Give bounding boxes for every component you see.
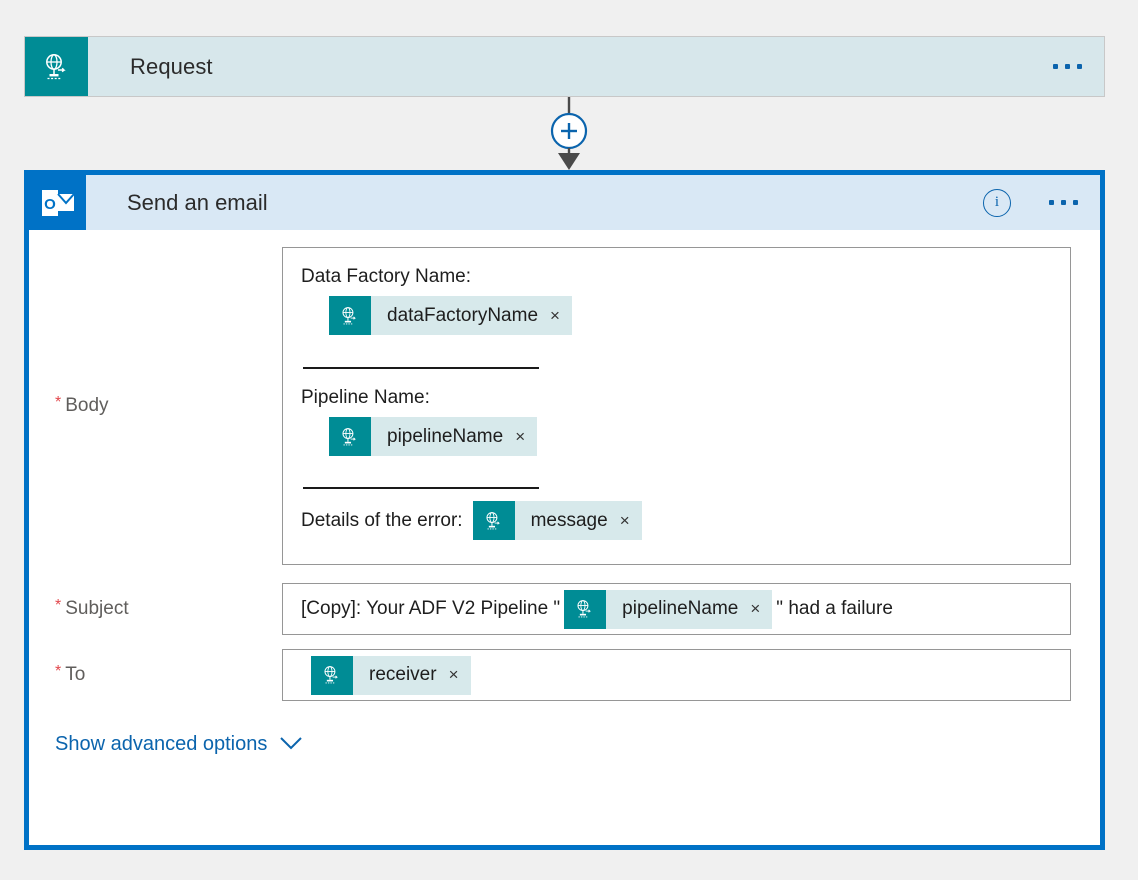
token-remove-icon[interactable]: × — [614, 501, 642, 540]
subject-input[interactable]: [Copy]: Your ADF V2 Pipeline " — [282, 583, 1071, 635]
action-header-actions: i — [983, 175, 1100, 230]
token-message[interactable]: message × — [473, 501, 642, 540]
token-globe-icon — [329, 296, 371, 335]
subject-suffix-text: " had a failure — [776, 598, 893, 620]
action-title: Send an email — [86, 175, 983, 230]
trigger-title: Request — [88, 37, 1053, 96]
action-card-send-an-email[interactable]: O Send an email i * Body Data Factory Na… — [24, 170, 1105, 850]
form-row-to: * To r — [29, 649, 1100, 701]
required-indicator: * — [55, 395, 61, 411]
token-label: pipelineName — [371, 417, 509, 456]
token-data-factory-name[interactable]: dataFactoryName × — [329, 296, 572, 335]
token-globe-icon — [329, 417, 371, 456]
token-receiver[interactable]: receiver × — [311, 656, 471, 695]
body-line-pipeline-token-row: pipelineName × — [329, 417, 1050, 456]
body-line-error-row: Details of the error: — [301, 501, 1050, 540]
token-globe-icon — [311, 656, 353, 695]
body-separator-1 — [303, 367, 1050, 369]
body-input[interactable]: Data Factory Name: — [282, 247, 1071, 565]
token-pipeline-name[interactable]: pipelineName × — [564, 590, 772, 629]
to-input[interactable]: receiver × — [282, 649, 1071, 701]
show-advanced-options-link[interactable]: Show advanced options — [55, 733, 303, 756]
to-label: * To — [29, 649, 282, 701]
form-row-subject: * Subject [Copy]: Your ADF V2 Pipeline " — [29, 583, 1100, 635]
email-form: * Body Data Factory Name: — [29, 247, 1100, 756]
body-label: * Body — [29, 247, 282, 565]
token-label: pipelineName — [606, 590, 744, 629]
body-line-data-factory-label: Data Factory Name: — [301, 266, 1050, 288]
token-globe-icon — [564, 590, 606, 629]
token-remove-icon[interactable]: × — [544, 296, 572, 335]
body-separator-2 — [303, 487, 1050, 489]
token-remove-icon[interactable]: × — [443, 656, 471, 695]
token-label: message — [515, 501, 614, 540]
token-remove-icon[interactable]: × — [509, 417, 537, 456]
token-globe-icon — [473, 501, 515, 540]
info-glyph: i — [995, 194, 999, 211]
advanced-options-row: Show advanced options — [29, 733, 1100, 756]
request-globe-icon — [25, 37, 88, 96]
outlook-icon: O — [29, 175, 86, 230]
token-pipeline-name[interactable]: pipelineName × — [329, 417, 537, 456]
more-options-icon[interactable] — [1049, 200, 1078, 205]
more-options-icon[interactable] — [1053, 64, 1082, 69]
chevron-down-icon — [279, 733, 303, 756]
subject-prefix-text: [Copy]: Your ADF V2 Pipeline " — [301, 598, 560, 620]
required-indicator: * — [55, 664, 61, 680]
token-label: receiver — [353, 656, 443, 695]
connector-add-step[interactable] — [545, 97, 593, 172]
body-line-error-label: Details of the error: — [301, 510, 463, 532]
action-header: O Send an email i — [29, 175, 1100, 230]
trigger-card-request[interactable]: Request — [24, 36, 1105, 97]
required-indicator: * — [55, 598, 61, 614]
info-icon[interactable]: i — [983, 189, 1011, 217]
show-advanced-options-label: Show advanced options — [55, 733, 267, 756]
token-label: dataFactoryName — [371, 296, 544, 335]
svg-text:O: O — [44, 196, 56, 213]
trigger-actions — [1053, 37, 1104, 96]
body-line-pipeline-label: Pipeline Name: — [301, 387, 1050, 409]
body-line-data-factory-token-row: dataFactoryName × — [329, 296, 1050, 335]
token-remove-icon[interactable]: × — [744, 590, 772, 629]
form-row-body: * Body Data Factory Name: — [29, 247, 1100, 565]
subject-label: * Subject — [29, 583, 282, 635]
